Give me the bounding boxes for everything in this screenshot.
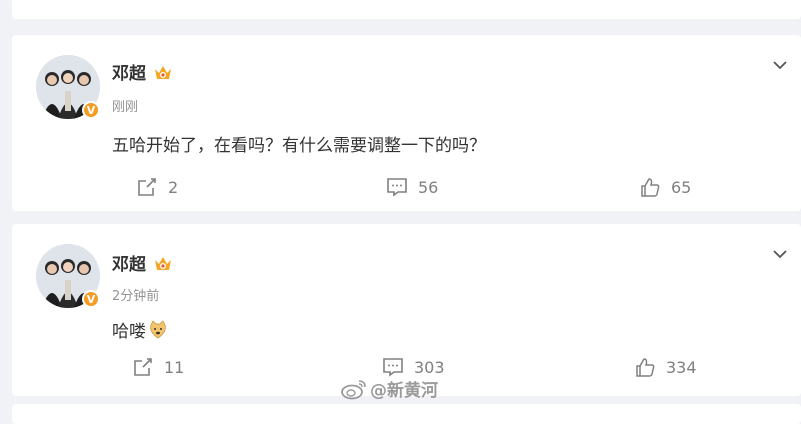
post-text: 五哈开始了，在看吗？有什么需要调整一下的吗？ bbox=[112, 136, 486, 156]
post-time[interactable]: 刚刚 bbox=[112, 96, 138, 115]
doge-emoji-icon bbox=[150, 319, 166, 338]
previous-post-card bbox=[12, 0, 801, 19]
next-post-card bbox=[12, 404, 801, 424]
repost-count: 11 bbox=[164, 357, 185, 377]
repost-count: 2 bbox=[168, 177, 179, 197]
post-time[interactable]: 2分钟前 bbox=[112, 285, 159, 304]
comment-count: 56 bbox=[418, 177, 439, 197]
thumbs-up-icon bbox=[641, 178, 660, 197]
watermark-text: @新黄河 bbox=[370, 381, 438, 401]
like-count: 65 bbox=[671, 177, 692, 197]
verified-badge: V bbox=[82, 101, 100, 119]
weibo-logo-icon bbox=[341, 379, 366, 399]
repost-button[interactable]: 2 bbox=[136, 176, 178, 198]
like-button[interactable]: 334 bbox=[634, 356, 697, 378]
watermark: @新黄河 bbox=[340, 376, 438, 401]
verified-badge: V bbox=[82, 290, 100, 308]
share-icon bbox=[138, 178, 156, 196]
crown-badge-icon[interactable] bbox=[152, 61, 174, 83]
comment-button[interactable]: 56 bbox=[386, 176, 438, 198]
author-name[interactable]: 邓超 bbox=[112, 59, 146, 84]
chevron-down-icon[interactable] bbox=[771, 56, 789, 74]
post-card: V 邓超 2分钟前 哈喽 11 303 334 bbox=[12, 224, 801, 396]
repost-button[interactable]: 11 bbox=[132, 356, 184, 378]
crown-badge-icon[interactable] bbox=[152, 252, 174, 274]
post-card: V 邓超 刚刚 五哈开始了，在看吗？有什么需要调整一下的吗？ 2 56 65 bbox=[12, 35, 801, 211]
post-text: 哈喽 bbox=[112, 322, 146, 342]
share-icon bbox=[134, 358, 152, 376]
comment-icon bbox=[383, 358, 403, 377]
comment-count: 303 bbox=[414, 357, 445, 377]
comment-button[interactable]: 303 bbox=[382, 356, 445, 378]
thumbs-up-icon bbox=[636, 358, 655, 377]
like-button[interactable]: 65 bbox=[639, 176, 691, 198]
like-count: 334 bbox=[666, 357, 697, 377]
author-name[interactable]: 邓超 bbox=[112, 250, 146, 275]
chevron-down-icon[interactable] bbox=[771, 245, 789, 263]
comment-icon bbox=[387, 178, 407, 197]
